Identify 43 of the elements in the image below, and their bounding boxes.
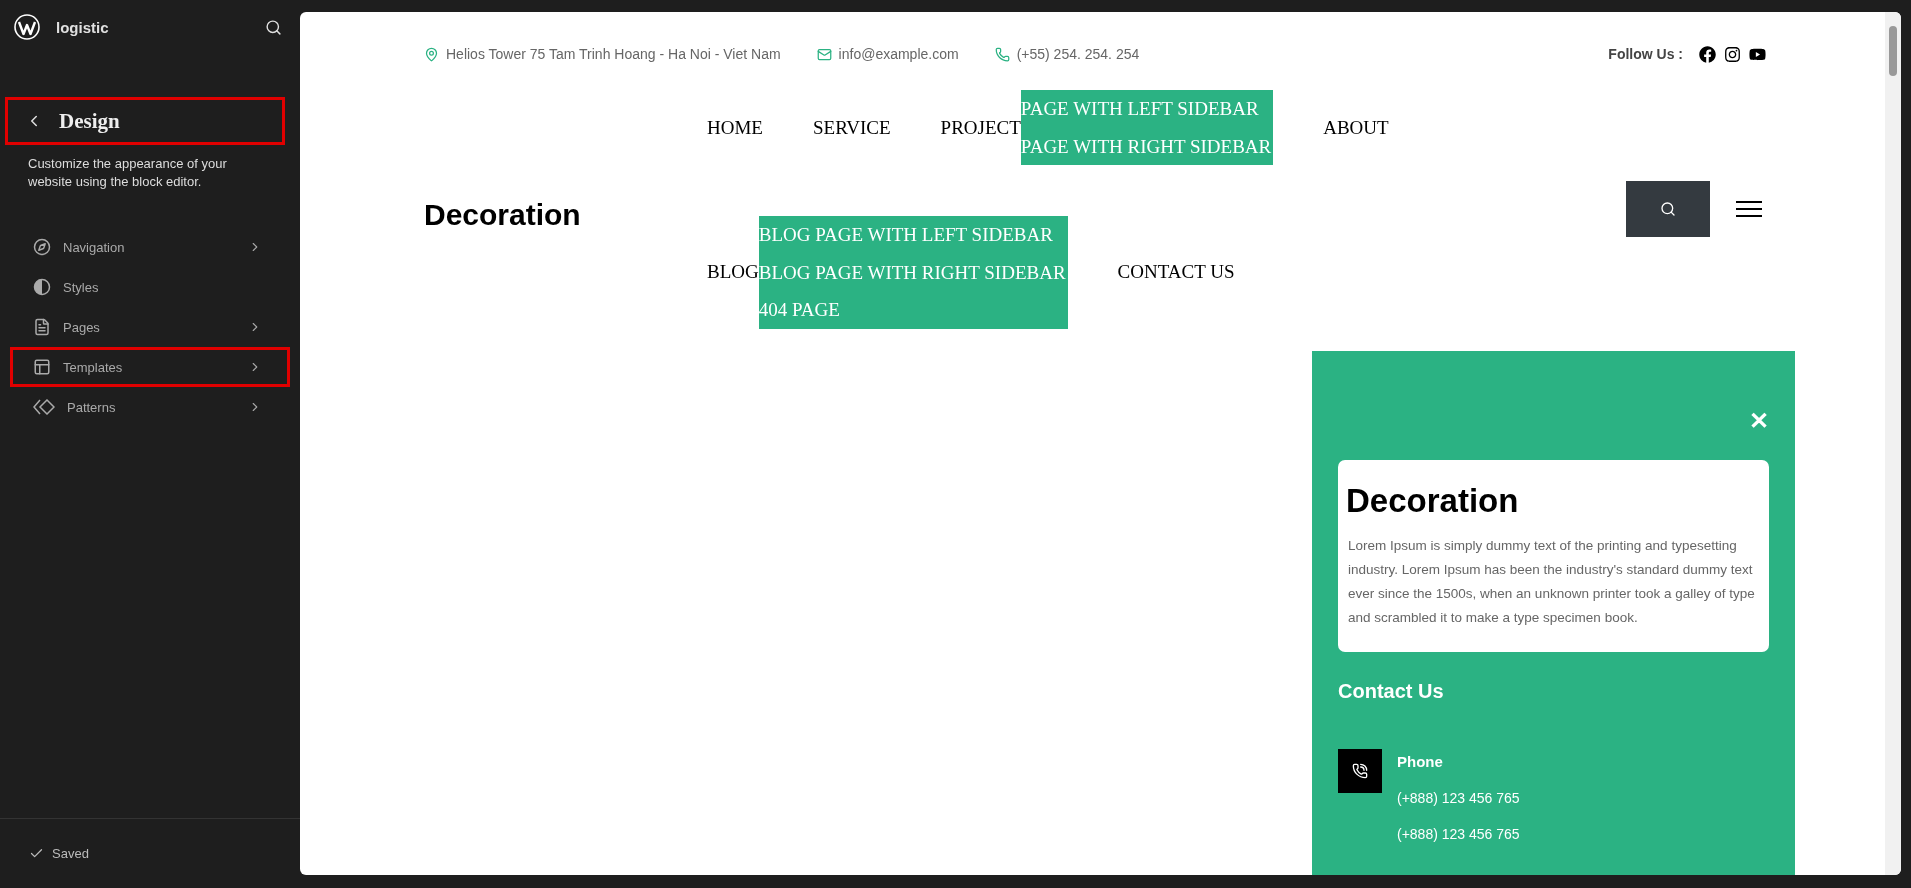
- contact-label: Phone: [1397, 753, 1444, 770]
- phone-icon: [994, 46, 1010, 62]
- mail-icon: [816, 46, 832, 62]
- nav-link[interactable]: PROJECT: [940, 116, 1021, 139]
- card-text: Lorem Ipsum is simply dummy text of the printing and typesetting industry. Lorem Ipsum has been the industry's standard dummy text ever since the 1500s, when an unknown printer took a galley of type and scrambled it to make a type specimen book.: [1348, 537, 1756, 627]
- nav-link[interactable]: BLOG: [707, 261, 759, 284]
- facebook-icon[interactable]: [1699, 45, 1716, 63]
- search-icon: [1660, 201, 1676, 217]
- sidebar-item[interactable]: Navigation: [10, 227, 290, 267]
- contact-info: info@example.com: [838, 46, 959, 62]
- layout-icon: [33, 358, 51, 376]
- sidebar-item[interactable]: Pages: [10, 307, 290, 347]
- sidebar-item[interactable]: Styles: [10, 267, 290, 307]
- sidebar-item[interactable]: Patterns: [10, 387, 290, 427]
- wordpress-logo-icon: [14, 14, 40, 40]
- contrast-icon: [33, 278, 51, 296]
- nav-link[interactable]: CONTACT US: [1117, 261, 1235, 284]
- search-icon: [265, 18, 282, 36]
- map-pin-icon: [424, 46, 439, 62]
- menu-button[interactable]: [1736, 201, 1762, 217]
- design-title: Design: [59, 108, 120, 134]
- site-name: logistic: [56, 18, 110, 36]
- scrollbar[interactable]: [1885, 12, 1901, 875]
- contact-value: (+888) 123 456 765: [1397, 790, 1520, 806]
- nav-link[interactable]: SERVICE: [812, 116, 891, 139]
- phone-icon: [1338, 749, 1382, 793]
- design-description: Customize the appearance of your website using the block editor.: [28, 155, 228, 191]
- diamonds-icon: [33, 399, 55, 415]
- save-status: Saved: [52, 846, 89, 861]
- contact-title: Contact Us: [1338, 680, 1445, 703]
- contact-info: (+55) 254. 254. 254: [1016, 46, 1140, 62]
- instagram-icon[interactable]: [1724, 45, 1741, 63]
- search-button[interactable]: [265, 18, 282, 36]
- card-title: Decoration: [1346, 482, 1520, 520]
- contact-info: Helios Tower 75 Tam Trinh Hoang - Ha Noi - Viet Nam: [446, 46, 781, 62]
- sidebar-item[interactable]: Templates: [10, 347, 290, 387]
- follow-label: Follow Us :: [1608, 46, 1683, 62]
- compass-icon: [33, 238, 51, 256]
- site-logo[interactable]: Decoration: [424, 198, 707, 232]
- contact-value: (+888) 123 456 765: [1397, 826, 1520, 842]
- document-icon: [33, 318, 51, 336]
- nav-link[interactable]: HOME: [707, 116, 763, 139]
- nav-link[interactable]: ABOUT: [1323, 116, 1389, 139]
